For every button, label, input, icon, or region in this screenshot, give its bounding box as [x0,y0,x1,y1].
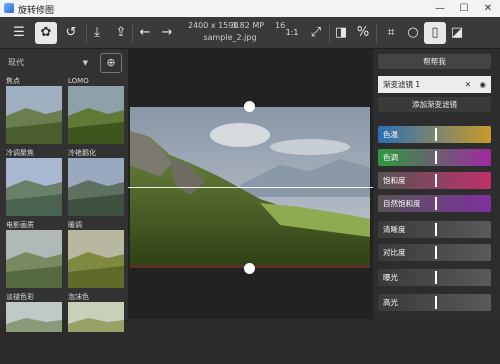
minimize-button[interactable]: — [428,0,452,17]
help-button[interactable]: 帮帮我 [378,54,491,69]
circle-icon[interactable]: ○ [402,22,424,44]
slider-knob[interactable] [435,174,437,187]
slider-label: 色温 [383,130,398,139]
slider-knob[interactable] [435,128,437,141]
zoom-ratio-button[interactable]: 1:1 [281,22,303,44]
preset-thumbnail [6,230,62,288]
percent-icon[interactable]: % [352,22,374,44]
slider-tint[interactable]: 色调 [378,149,491,166]
preset-thumbnail [68,158,124,216]
preset-thumbnail [6,158,62,216]
toolbar: ☰ ✿ ↺ ⤓ ⇪ ← → 2400 x 1590 3.82 MP 16 sam… [0,17,500,49]
history-icon[interactable]: ↺ [60,22,82,44]
preset-item[interactable]: 冷调聚焦 [6,148,62,220]
window-title: 旋转修图 [18,6,55,16]
add-gradient-filter-button[interactable]: 添加渐变滤镜 [378,97,491,112]
fit-icon[interactable]: ⤢ [305,22,327,44]
preset-label: 暖调 [68,221,82,229]
slider-label: 色调 [383,153,398,162]
preset-label: 焦点 [6,77,20,85]
preset-thumbnail [6,302,62,360]
add-preset-button[interactable]: ⊕ [100,53,122,73]
slider-label: 对比度 [383,248,406,257]
slider-saturation[interactable]: 饱和度 [378,172,491,189]
preset-label: 淡褪色彩 [6,293,34,301]
preset-label: 泡沫色 [68,293,89,301]
slider-knob[interactable] [435,246,437,259]
megapixels: 3.82 MP [232,21,265,30]
slider-exposure[interactable]: 曝光 [378,269,491,286]
slider-label: 曝光 [383,273,398,282]
maximize-button[interactable]: ☐ [452,0,476,17]
preset-label: 冷调聚焦 [6,149,34,157]
file-name: sample_2.jpg [203,33,257,42]
presets-panel: 现代 ▼ ⊕ 焦点 LOMO 冷调聚焦 冷艳鹅化 电影画质 暖调 淡褪色彩 泡沫… [0,49,128,332]
compare-icon[interactable]: ◨ [330,22,352,44]
gradient-bottom-handle[interactable] [244,263,255,274]
slider-knob[interactable] [435,197,437,210]
slider-highlights[interactable]: 高光 [378,294,491,311]
category-dropdown[interactable]: 现代 ▼ [8,56,88,70]
slider-contrast[interactable]: 对比度 [378,244,491,261]
preset-thumbnail [68,86,124,144]
rect-icon[interactable]: ▯ [424,22,446,44]
preset-thumbnail [68,230,124,288]
chevron-down-icon: ▼ [82,59,88,67]
redo-icon[interactable]: → [156,22,178,44]
preset-item[interactable]: 淡褪色彩 [6,292,62,364]
remove-icon[interactable]: ✕ [465,76,471,93]
mask-icon[interactable]: ◪ [446,22,468,44]
preset-label: LOMO [68,77,89,85]
preset-item[interactable]: 泡沫色 [68,292,124,364]
preset-item[interactable]: 电影画质 [6,220,62,292]
slider-vibrance[interactable]: 自然饱和度 [378,195,491,212]
preset-thumbnail [68,302,124,360]
crop-icon[interactable]: ⌗ [380,22,402,44]
menu-icon[interactable]: ☰ [8,22,30,44]
slider-label: 自然饱和度 [383,199,421,208]
preset-label: 冷艳鹅化 [68,149,96,157]
eye-icon[interactable]: ◉ [479,76,486,93]
image-canvas[interactable] [128,49,373,319]
slider-clarity[interactable]: 清晰度 [378,221,491,238]
slider-label: 高光 [383,298,398,307]
gradient-top-handle[interactable] [244,101,255,112]
save-icon[interactable]: ⤓ [86,22,108,44]
slider-knob[interactable] [435,271,437,284]
slider-knob[interactable] [435,223,437,236]
preset-item[interactable]: 焦点 [6,76,62,148]
app-icon [4,3,14,13]
filters-icon[interactable]: ✿ [35,22,57,44]
preset-item[interactable]: 暖调 [68,220,124,292]
title-bar: 旋转修图 — ☐ ✕ [0,0,500,17]
slider-knob[interactable] [435,151,437,164]
share-icon[interactable]: ⇪ [110,22,132,44]
preset-item[interactable]: LOMO [68,76,124,148]
slider-label: 饱和度 [383,176,406,185]
preset-item[interactable]: 冷艳鹅化 [68,148,124,220]
category-label: 现代 [8,58,24,67]
adjustments-panel: 帮帮我 渐变滤镜 1 ✕ ◉ 添加渐变滤镜 色温 色调 饱和度 自然饱和度 清晰… [373,49,500,319]
slider-knob[interactable] [435,296,437,309]
preset-label: 电影画质 [6,221,34,229]
gradient-center-line[interactable] [128,187,373,188]
close-button[interactable]: ✕ [476,0,500,17]
undo-icon[interactable]: ← [134,22,156,44]
preset-thumbnail [6,86,62,144]
gradient-filter-item[interactable]: 渐变滤镜 1 ✕ ◉ [378,76,491,93]
slider-label: 清晰度 [383,225,406,234]
filter-name: 渐变滤镜 1 [383,80,421,89]
slider-temperature[interactable]: 色温 [378,126,491,143]
